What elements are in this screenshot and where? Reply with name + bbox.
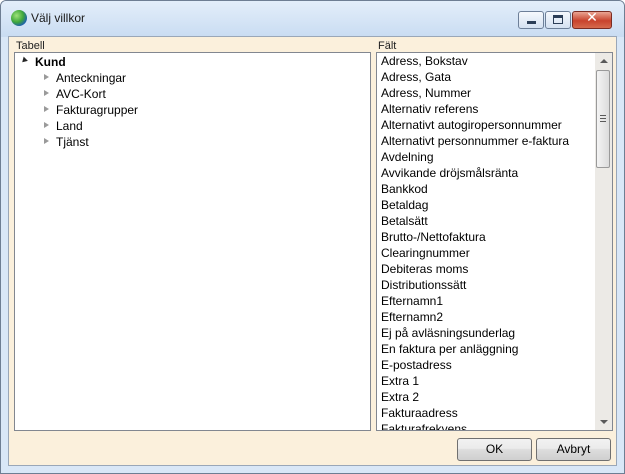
ok-button[interactable]: OK (457, 438, 532, 461)
list-item[interactable]: Distributionssätt (377, 277, 594, 293)
list-item[interactable]: Efternamn2 (377, 309, 594, 325)
collapsed-arrow-icon[interactable] (44, 138, 49, 144)
falt-label: Fält (378, 40, 397, 52)
tree-item-label: Land (56, 119, 83, 133)
scroll-up-button[interactable] (595, 53, 612, 69)
dialog-content: Tabell Fält Kund Anteckningar AVC-Kort F… (8, 36, 617, 466)
list-item[interactable]: Extra 1 (377, 373, 594, 389)
field-list[interactable]: Adress, Bokstav Adress, Gata Adress, Num… (376, 52, 613, 431)
dialog-window: Välj villkor ✕ Tabell Fält Kund Anteckni… (0, 0, 625, 474)
tree-item-land[interactable]: Land (15, 118, 370, 134)
list-item[interactable]: Alternativt autogiropersonnummer (377, 117, 594, 133)
tree-item-anteckningar[interactable]: Anteckningar (15, 70, 370, 86)
list-item[interactable]: Betalsätt (377, 213, 594, 229)
tree-item-label: AVC-Kort (56, 87, 106, 101)
tree-item-avc-kort[interactable]: AVC-Kort (15, 86, 370, 102)
tree-item-label: Fakturagrupper (56, 103, 139, 117)
minimize-icon (527, 21, 536, 24)
tabell-label: Tabell (16, 40, 45, 52)
scroll-down-button[interactable] (595, 414, 612, 430)
list-item[interactable]: E-postadress (377, 357, 594, 373)
tree-item-label: Tjänst (56, 135, 89, 149)
arrow-up-icon (600, 59, 608, 63)
list-item[interactable]: Brutto-/Nettofaktura (377, 229, 594, 245)
list-item[interactable]: Debiteras moms (377, 261, 594, 277)
close-icon: ✕ (586, 10, 598, 26)
title-bar[interactable]: Välj villkor ✕ (1, 1, 624, 37)
list-item[interactable]: Bankkod (377, 181, 594, 197)
tree-item-kund[interactable]: Kund (15, 54, 370, 70)
list-item[interactable]: Betaldag (377, 197, 594, 213)
list-item[interactable]: Adress, Bokstav (377, 53, 594, 69)
list-item[interactable]: Alternativ referens (377, 101, 594, 117)
list-item[interactable]: En faktura per anläggning (377, 341, 594, 357)
cancel-button[interactable]: Avbryt (536, 438, 611, 461)
tree-item-fakturagrupper[interactable]: Fakturagrupper (15, 102, 370, 118)
collapsed-arrow-icon[interactable] (44, 90, 49, 96)
collapsed-arrow-icon[interactable] (44, 122, 49, 128)
collapsed-arrow-icon[interactable] (44, 74, 49, 80)
tree-item-tjanst[interactable]: Tjänst (15, 134, 370, 150)
window-title: Välj villkor (31, 11, 86, 25)
grip-icon (600, 115, 606, 122)
list-item[interactable]: Fakturafrekvens (377, 421, 594, 430)
list-item[interactable]: Avvikande dröjsmålsränta (377, 165, 594, 181)
list-item[interactable]: Adress, Gata (377, 69, 594, 85)
arrow-down-icon (600, 420, 608, 424)
list-item[interactable]: Avdelning (377, 149, 594, 165)
list-item[interactable]: Alternativt personnummer e-faktura (377, 133, 594, 149)
tree-item-label: Kund (35, 55, 66, 69)
list-item[interactable]: Ej på avläsningsunderlag (377, 325, 594, 341)
maximize-button[interactable] (545, 11, 571, 29)
tree-item-label: Anteckningar (56, 71, 127, 85)
collapsed-arrow-icon[interactable] (44, 106, 49, 112)
list-item[interactable]: Fakturaadress (377, 405, 594, 421)
list-item[interactable]: Clearingnummer (377, 245, 594, 261)
field-list-items: Adress, Bokstav Adress, Gata Adress, Num… (377, 53, 594, 430)
list-item[interactable]: Extra 2 (377, 389, 594, 405)
maximize-icon (553, 15, 563, 24)
scrollbar-thumb[interactable] (596, 70, 610, 168)
field-list-scrollbar[interactable] (595, 53, 612, 430)
minimize-button[interactable] (518, 11, 544, 29)
expanded-arrow-icon[interactable] (20, 56, 28, 65)
table-tree[interactable]: Kund Anteckningar AVC-Kort Fakturagruppe… (14, 52, 371, 431)
list-item[interactable]: Efternamn1 (377, 293, 594, 309)
list-item[interactable]: Adress, Nummer (377, 85, 594, 101)
close-button[interactable]: ✕ (572, 10, 612, 29)
app-globe-icon (11, 10, 27, 26)
